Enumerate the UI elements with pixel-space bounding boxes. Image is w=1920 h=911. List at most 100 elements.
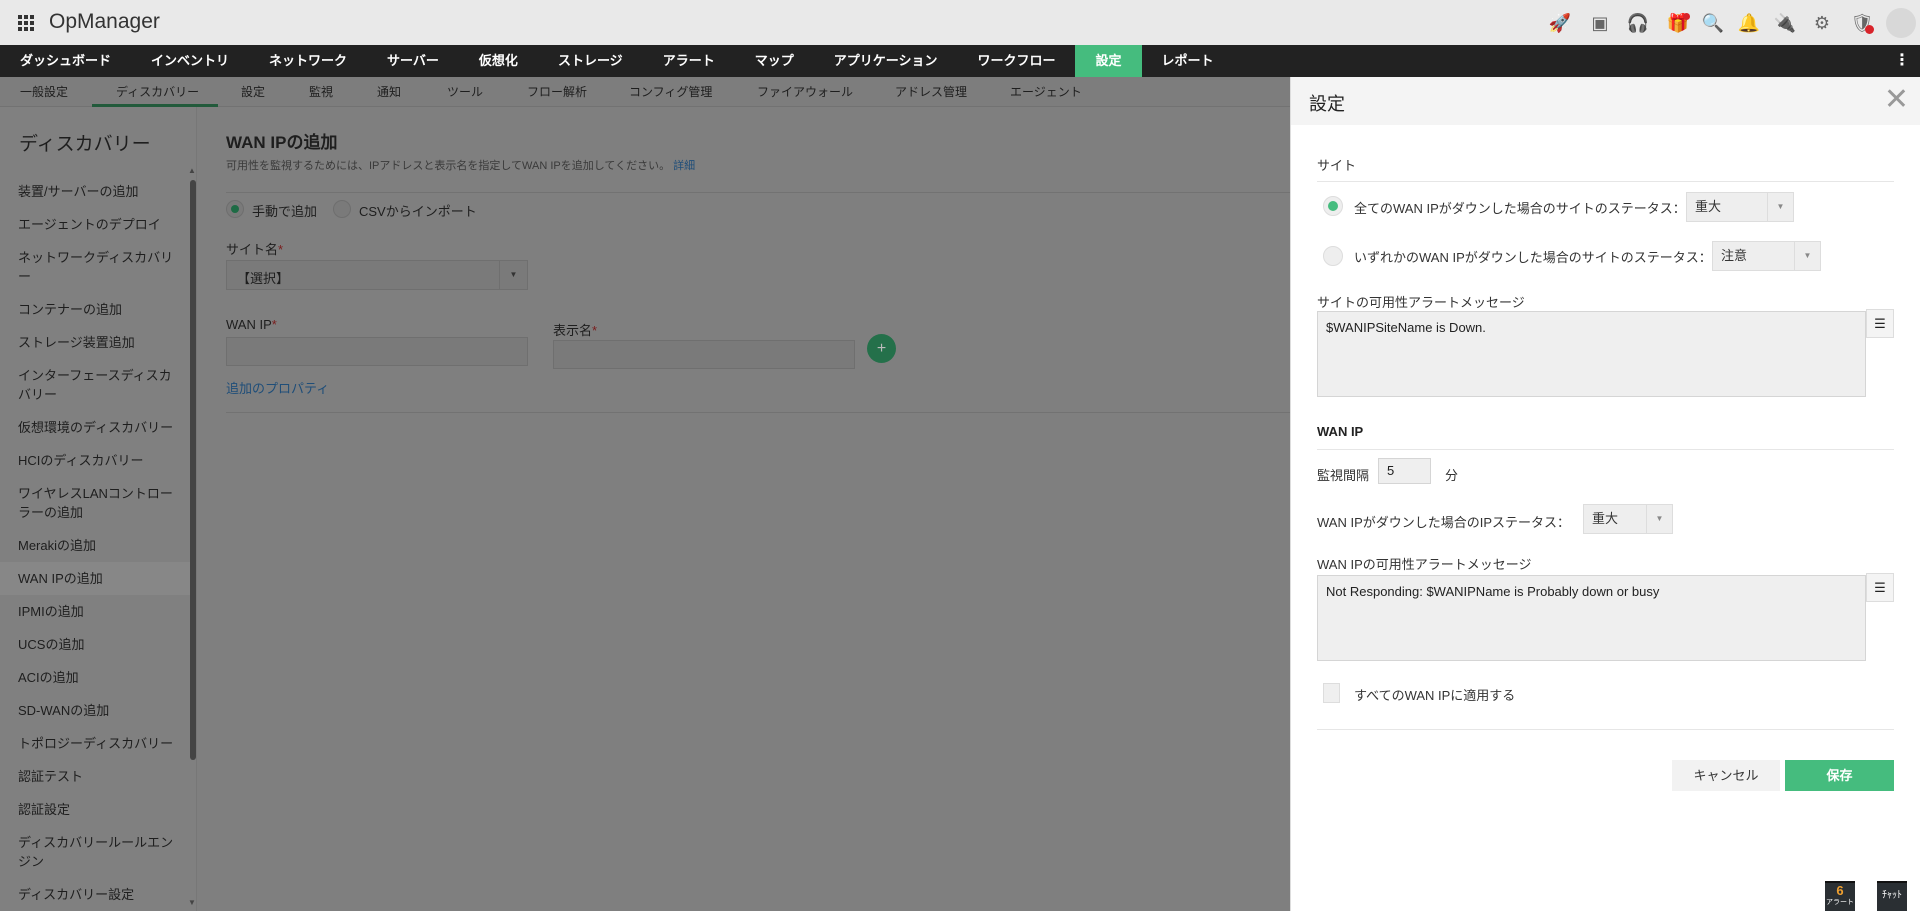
- nav-dashboard[interactable]: ダッシュボード: [0, 45, 131, 77]
- nav-reports[interactable]: レポート: [1142, 45, 1234, 77]
- cancel-button[interactable]: キャンセル: [1672, 760, 1780, 791]
- sidebar-item[interactable]: インターフェースディスカバリー: [0, 359, 190, 411]
- nav-servers[interactable]: サーバー: [367, 45, 459, 77]
- more-menu-icon[interactable]: ⋮: [1894, 51, 1910, 71]
- any-down-status-select[interactable]: 注意 ▼: [1712, 241, 1821, 271]
- sidebar-item[interactable]: 認証設定: [0, 793, 190, 826]
- app-logo[interactable]: OpManager: [49, 10, 160, 34]
- display-name-input[interactable]: [553, 340, 855, 369]
- nav-maps[interactable]: マップ: [735, 45, 814, 77]
- sidebar-item[interactable]: UCSの追加: [0, 628, 190, 661]
- insert-variable-icon[interactable]: ☰: [1866, 573, 1894, 602]
- search-icon[interactable]: 🔍: [1701, 11, 1725, 35]
- subnav-config[interactable]: コンフィグ管理: [629, 77, 712, 107]
- subnav-address[interactable]: アドレス管理: [895, 77, 967, 107]
- add-row-button[interactable]: +: [867, 334, 896, 363]
- sidebar-item[interactable]: Merakiの追加: [0, 529, 190, 562]
- sidebar-item-selected[interactable]: WAN IPの追加: [0, 562, 190, 595]
- nav-applications[interactable]: アプリケーション: [814, 45, 958, 77]
- close-icon[interactable]: ✕: [1884, 85, 1909, 115]
- subnav-settings[interactable]: 設定: [241, 77, 265, 107]
- apply-all-checkbox[interactable]: [1323, 683, 1340, 703]
- rocket-icon[interactable]: 🚀: [1548, 11, 1572, 35]
- ip-status-select[interactable]: 重大 ▼: [1583, 504, 1673, 534]
- presentation-icon[interactable]: ▣: [1588, 11, 1612, 35]
- nav-settings[interactable]: 設定: [1075, 45, 1142, 77]
- interval-input[interactable]: 5: [1378, 458, 1431, 484]
- display-name-text: 表示名: [553, 323, 593, 338]
- gear-icon[interactable]: ⚙: [1810, 11, 1834, 35]
- select-value: 重大: [1695, 199, 1722, 214]
- sidebar-item[interactable]: ストレージ装置追加: [0, 326, 190, 359]
- sidebar-item[interactable]: 認証テスト: [0, 760, 190, 793]
- bell-icon[interactable]: 🔔: [1737, 11, 1761, 35]
- required-mark: *: [271, 317, 277, 332]
- nav-network[interactable]: ネットワーク: [249, 45, 367, 77]
- settings-panel: 設定 ✕ サイト 全てのWAN IPがダウンした場合のサイトのステータス： 重大…: [1290, 77, 1920, 911]
- sidebar-item[interactable]: SD-WANの追加: [0, 694, 190, 727]
- nav-virtualization[interactable]: 仮想化: [459, 45, 538, 77]
- interval-label: 監視間隔: [1317, 468, 1370, 483]
- radio-any-down[interactable]: [1323, 246, 1343, 266]
- ip-message-textarea[interactable]: Not Responding: $WANIPName is Probably d…: [1317, 575, 1866, 661]
- sidebar-item[interactable]: ディスカバリールールエンジン: [0, 826, 190, 878]
- divider: [1317, 181, 1894, 182]
- radio-all-down[interactable]: [1323, 196, 1343, 216]
- sidebar-item[interactable]: ACIの追加: [0, 661, 190, 694]
- sidebar-item[interactable]: トポロジーディスカバリー: [0, 727, 190, 760]
- sidebar-item[interactable]: ディスカバリー設定: [0, 878, 190, 911]
- subnav-flow[interactable]: フロー解析: [527, 77, 587, 107]
- radio-csv[interactable]: [333, 200, 351, 218]
- insert-variable-icon[interactable]: ☰: [1866, 309, 1894, 338]
- site-section-title: サイト: [1317, 158, 1357, 173]
- sidebar-scrollbar[interactable]: [190, 180, 196, 760]
- sidebar-item[interactable]: コンテナーの追加: [0, 293, 190, 326]
- required-mark: *: [278, 242, 284, 257]
- subnav-firewall[interactable]: ファイアウォール: [757, 77, 853, 107]
- radio-manual-label: 手動で追加: [252, 204, 318, 219]
- scroll-up-icon[interactable]: ▲: [188, 166, 196, 175]
- sub-nav: 一般設定 ディスカバリー 設定 監視 通知 ツール フロー解析 コンフィグ管理 …: [0, 77, 1290, 107]
- site-select-value: 【選択】: [237, 271, 290, 286]
- subnav-general[interactable]: 一般設定: [20, 77, 68, 107]
- sidebar-item[interactable]: 仮想環境のディスカバリー: [0, 411, 190, 444]
- subnav-monitoring[interactable]: 監視: [309, 77, 333, 107]
- additional-properties-link[interactable]: 追加のプロパティ: [226, 378, 329, 397]
- sidebar-title: ディスカバリー: [19, 134, 151, 155]
- plug-icon[interactable]: 🔌: [1773, 11, 1797, 35]
- nav-inventory[interactable]: インベントリ: [131, 45, 249, 77]
- chat-button[interactable]: ﾁｬｯﾄ: [1877, 881, 1907, 911]
- sidebar-item[interactable]: ワイヤレスLANコントローラーの追加: [0, 477, 190, 529]
- nav-alarms[interactable]: アラート: [643, 45, 735, 77]
- sidebar-item[interactable]: エージェントのデプロイ: [0, 208, 190, 241]
- wanip-text: WAN IP: [226, 317, 272, 332]
- apply-all-label: すべてのWAN IPに適用する: [1354, 688, 1516, 703]
- nav-storage[interactable]: ストレージ: [538, 45, 643, 77]
- subnav-notification[interactable]: 通知: [377, 77, 401, 107]
- panel-title: 設定: [1309, 94, 1345, 114]
- headset-icon[interactable]: 🎧: [1626, 11, 1650, 35]
- shield-alert-icon[interactable]: 🛡: [1850, 11, 1874, 35]
- sidebar-item[interactable]: 装置/サーバーの追加: [0, 175, 190, 208]
- all-down-status-select[interactable]: 重大 ▼: [1686, 192, 1794, 222]
- site-name-select[interactable]: 【選択】 ▼: [226, 260, 528, 290]
- subnav-tools[interactable]: ツール: [447, 77, 483, 107]
- nav-workflow[interactable]: ワークフロー: [957, 45, 1075, 77]
- radio-manual[interactable]: [226, 200, 244, 218]
- save-button[interactable]: 保存: [1785, 760, 1894, 791]
- sidebar-item[interactable]: IPMIの追加: [0, 595, 190, 628]
- subnav-agent[interactable]: エージェント: [1010, 77, 1082, 107]
- alerts-badge[interactable]: 6 アラート: [1825, 881, 1855, 911]
- sidebar-item[interactable]: ネットワークディスカバリー: [0, 241, 190, 293]
- sidebar-item[interactable]: HCIのディスカバリー: [0, 444, 190, 477]
- subnav-discovery[interactable]: ディスカバリー: [116, 77, 199, 107]
- chevron-down-icon: ▼: [1646, 505, 1672, 533]
- wanip-input[interactable]: [226, 337, 528, 366]
- site-message-textarea[interactable]: $WANIPSiteName is Down.: [1317, 311, 1866, 397]
- avatar-icon[interactable]: [1886, 8, 1916, 38]
- detail-link[interactable]: 詳細: [673, 160, 695, 172]
- app-grid-icon[interactable]: [18, 15, 34, 31]
- scroll-down-icon[interactable]: ▼: [188, 898, 196, 907]
- select-value: 重大: [1592, 511, 1619, 526]
- gift-icon[interactable]: 🎁: [1666, 11, 1690, 35]
